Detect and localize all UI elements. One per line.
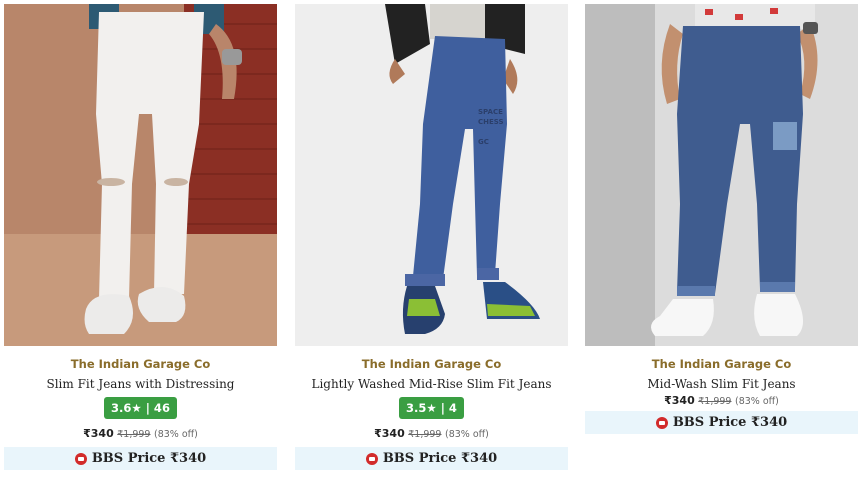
mrp-price: ₹1,999 bbox=[117, 429, 151, 440]
product-card[interactable]: SPACE CHESS GC The Indian Garage Co Lightl… bbox=[295, 0, 568, 470]
discount-text: (83% off) bbox=[444, 429, 489, 440]
white-distressed-jeans-image bbox=[4, 4, 277, 346]
product-card[interactable]: The Indian Garage Co Slim Fit Jeans with… bbox=[4, 0, 277, 470]
brand-name: The Indian Garage Co bbox=[651, 357, 792, 371]
mrp-price: ₹1,999 bbox=[698, 396, 732, 407]
brand-name: The Indian Garage Co bbox=[361, 357, 502, 371]
rating-badge: 3.5★ | 4 bbox=[399, 397, 464, 419]
price-row: ₹340 ₹1,999 (83% off) bbox=[295, 427, 568, 440]
bbs-price-banner: BBS Price ₹340 bbox=[295, 447, 568, 470]
svg-text:SPACE: SPACE bbox=[478, 108, 503, 116]
bbs-price-label: BBS Price ₹340 bbox=[382, 451, 498, 466]
current-price: ₹340 bbox=[664, 394, 695, 407]
discount-text: (83% off) bbox=[153, 429, 198, 440]
bbs-logo-icon bbox=[655, 416, 668, 429]
bbs-price-banner: BBS Price ₹340 bbox=[4, 447, 277, 470]
brand-name: The Indian Garage Co bbox=[70, 357, 211, 371]
rating-badge: 3.6★ | 46 bbox=[104, 397, 177, 419]
mid-wash-jeans-image bbox=[585, 4, 858, 346]
bbs-price-label: BBS Price ₹340 bbox=[672, 415, 788, 430]
mrp-price: ₹1,999 bbox=[408, 429, 442, 440]
current-price: ₹340 bbox=[83, 427, 114, 440]
price-row: ₹340 ₹1,999 (83% off) bbox=[585, 394, 858, 407]
product-image[interactable] bbox=[585, 4, 858, 346]
bbs-price-banner: BBS Price ₹340 bbox=[585, 411, 858, 434]
product-card[interactable]: The Indian Garage Co Mid-Wash Slim Fit J… bbox=[585, 0, 858, 434]
current-price: ₹340 bbox=[374, 427, 405, 440]
discount-text: (83% off) bbox=[734, 396, 779, 407]
price-row: ₹340 ₹1,999 (83% off) bbox=[4, 427, 277, 440]
product-title[interactable]: Lightly Washed Mid-Rise Slim Fit Jeans bbox=[295, 377, 568, 391]
bbs-price-label: BBS Price ₹340 bbox=[91, 451, 207, 466]
product-image[interactable]: SPACE CHESS GC bbox=[295, 4, 568, 346]
blue-washed-jeans-image: SPACE CHESS GC bbox=[295, 4, 568, 346]
bbs-logo-icon bbox=[74, 452, 87, 465]
bbs-logo-icon bbox=[365, 452, 378, 465]
svg-text:GC: GC bbox=[478, 138, 489, 146]
svg-text:CHESS: CHESS bbox=[478, 118, 504, 126]
product-image[interactable] bbox=[4, 4, 277, 346]
product-title[interactable]: Mid-Wash Slim Fit Jeans bbox=[585, 377, 858, 391]
product-title[interactable]: Slim Fit Jeans with Distressing bbox=[4, 377, 277, 391]
